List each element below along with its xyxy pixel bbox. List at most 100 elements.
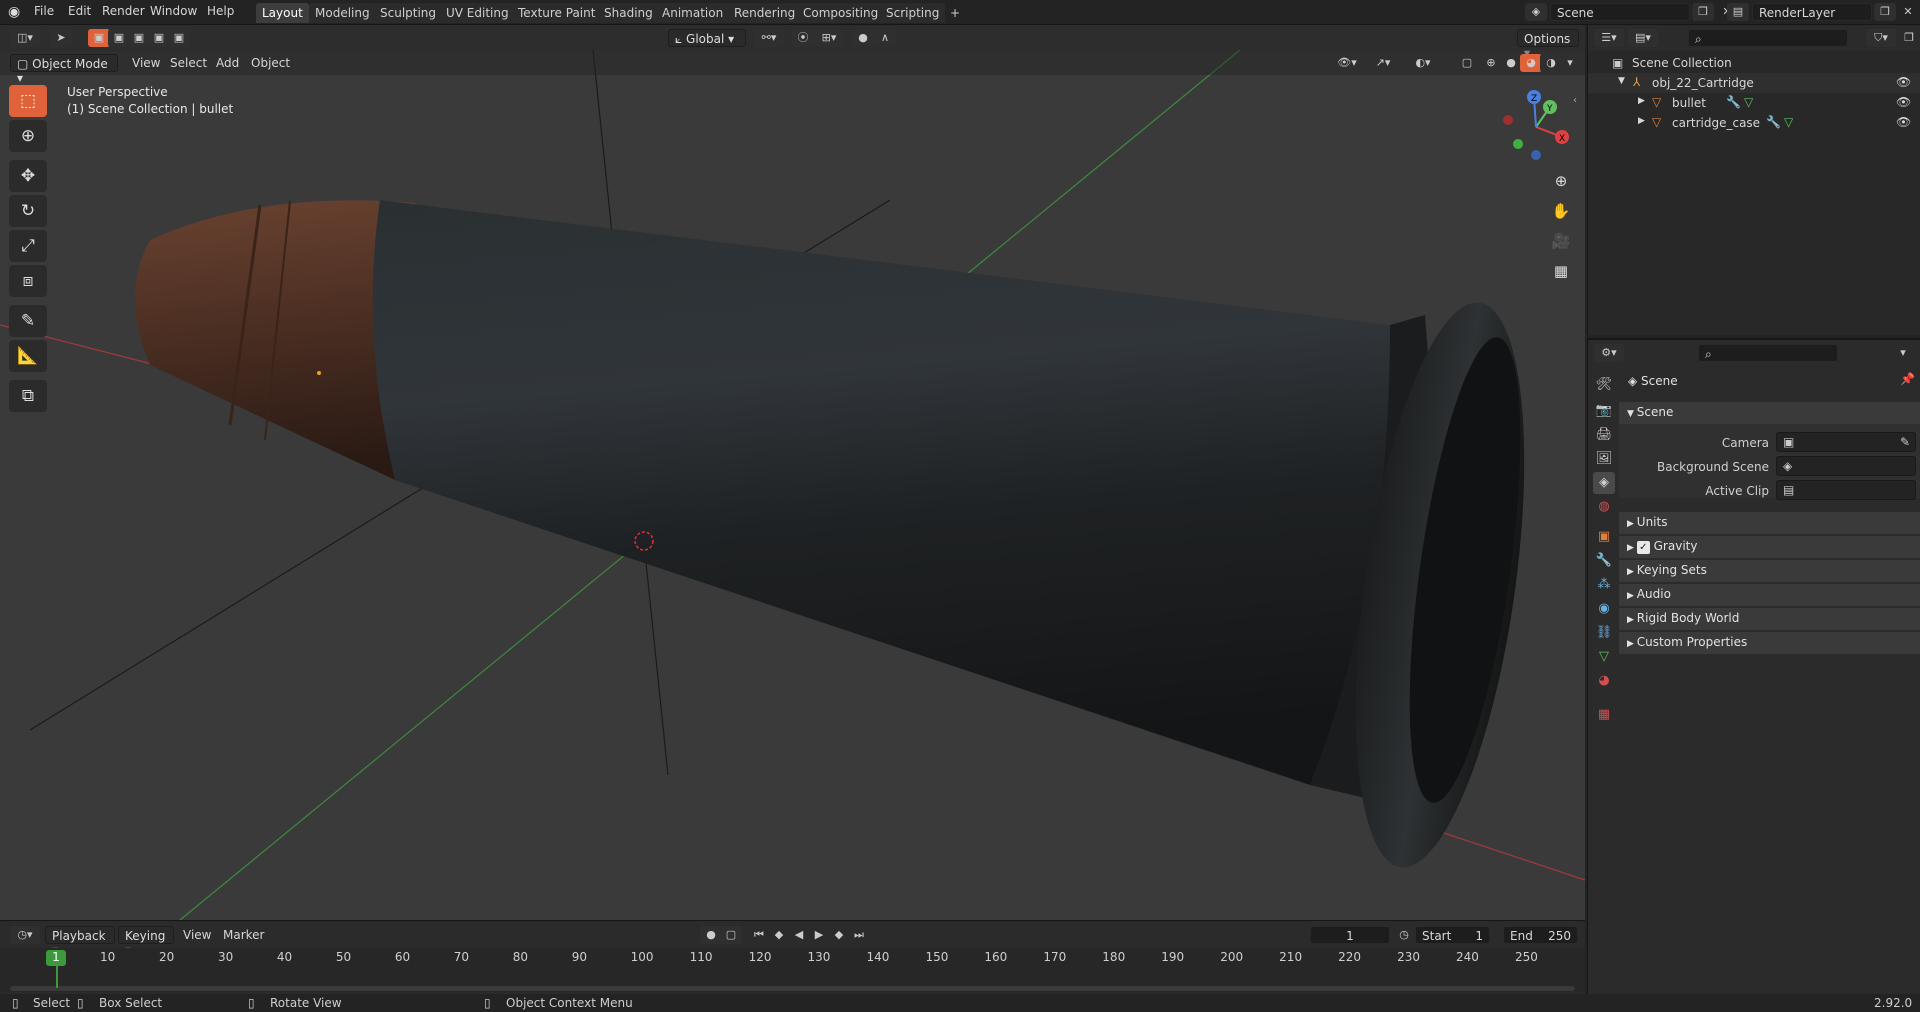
measure-icon[interactable]: 📐: [9, 340, 47, 372]
expand-arrow-icon[interactable]: ▼: [1618, 76, 1625, 86]
timeline-editor-type-icon[interactable]: ◷▾: [10, 926, 40, 944]
shading-solid-icon[interactable]: ●: [1500, 54, 1522, 72]
tab-compositing[interactable]: Compositing: [797, 3, 885, 23]
view-layer-tab-icon[interactable]: 🖼: [1593, 448, 1615, 470]
delete-view-layer-icon[interactable]: ✕: [1897, 3, 1919, 21]
pivot-point-icon[interactable]: ⚯▾: [754, 29, 784, 47]
cartridge-case-mesh[interactable]: [372, 200, 1390, 785]
gravity-panel-header[interactable]: ▶ ✓ Gravity: [1619, 536, 1920, 558]
jump-start-icon[interactable]: ⏮: [748, 926, 770, 944]
add-cube-icon[interactable]: ⧉: [9, 380, 47, 412]
options-dropdown[interactable]: Options ▾: [1517, 29, 1579, 60]
shading-options-icon[interactable]: ▾: [1560, 54, 1580, 72]
select-mode-new-icon[interactable]: ▣: [88, 29, 110, 47]
outliner-row-cartridge-case[interactable]: ▶ ▽ cartridge_case 🔧 ▽ 👁: [1588, 113, 1920, 133]
properties-options-icon[interactable]: ▾: [1892, 344, 1914, 362]
particles-tab-icon[interactable]: ⁂: [1593, 574, 1615, 596]
menu-select[interactable]: Select: [170, 56, 207, 70]
scene-tab-icon[interactable]: ◈: [1593, 472, 1615, 494]
new-view-layer-icon[interactable]: ❐: [1874, 3, 1896, 21]
mode-dropdown[interactable]: ▢ Object Mode ▾: [10, 54, 118, 85]
pan-hand-icon[interactable]: ✋: [1548, 198, 1574, 224]
current-frame-field[interactable]: 1: [1310, 926, 1390, 944]
select-mode-invert-icon[interactable]: ▣: [148, 29, 170, 47]
select-mode-extend-icon[interactable]: ▣: [108, 29, 130, 47]
properties-editor-type-icon[interactable]: ⚙▾: [1594, 344, 1624, 362]
preview-range-icon[interactable]: ◷: [1393, 926, 1415, 944]
menu-help[interactable]: Help: [207, 4, 234, 18]
properties-search-input[interactable]: ⌕: [1698, 344, 1838, 362]
tab-modeling[interactable]: Modeling: [309, 3, 376, 23]
gravity-checkbox[interactable]: ✓: [1636, 541, 1650, 554]
annotate-icon[interactable]: ✎: [9, 305, 47, 337]
tab-rendering[interactable]: Rendering: [728, 3, 802, 23]
rotate-icon[interactable]: ↻: [9, 195, 47, 227]
render-tab-icon[interactable]: 📷: [1593, 400, 1615, 422]
transform-icon[interactable]: ⧈: [9, 265, 47, 297]
tab-layout[interactable]: Layout: [256, 3, 309, 23]
tab-scripting[interactable]: Scripting: [880, 3, 946, 23]
select-mode-intersect-icon[interactable]: ▣: [168, 29, 190, 47]
playback-dropdown[interactable]: Playback ▾: [45, 926, 115, 957]
outliner-editor-type-icon[interactable]: ☰▾: [1594, 29, 1624, 47]
timeline-menu-marker[interactable]: Marker: [223, 928, 264, 942]
autokey-options-icon[interactable]: ▢: [720, 926, 742, 944]
timeline-menu-view[interactable]: View: [183, 928, 211, 942]
rigid-body-world-panel-header[interactable]: ▶ Rigid Body World: [1619, 608, 1920, 630]
custom-properties-panel-header[interactable]: ▶ Custom Properties: [1619, 632, 1920, 654]
menu-object[interactable]: Object: [251, 56, 290, 70]
snap-target-icon[interactable]: ⊞▾: [814, 29, 844, 47]
blender-logo-icon[interactable]: ◉: [8, 4, 24, 20]
visibility-icon[interactable]: 👁▾: [1332, 54, 1362, 72]
camera-field[interactable]: ▣ ✎: [1776, 432, 1916, 452]
move-icon[interactable]: ✥: [9, 160, 47, 192]
ortho-grid-icon[interactable]: ▦: [1548, 258, 1574, 284]
menu-view[interactable]: View: [132, 56, 160, 70]
snap-icon[interactable]: ⦿: [792, 29, 814, 47]
shading-wireframe-icon[interactable]: ⊕: [1480, 54, 1502, 72]
xray-icon[interactable]: ▢: [1456, 54, 1478, 72]
overlays-icon[interactable]: ◐▾: [1408, 54, 1438, 72]
object-tab-icon[interactable]: ▣: [1593, 526, 1615, 548]
navigation-gizmo[interactable]: X Y Z: [1496, 87, 1576, 167]
start-frame-field[interactable]: Start 1: [1415, 926, 1490, 944]
outliner-search-input[interactable]: ⌕: [1688, 29, 1848, 47]
tab-shading[interactable]: Shading: [598, 3, 659, 23]
add-workspace-button[interactable]: +: [944, 3, 966, 23]
visibility-eye-icon[interactable]: 👁: [1896, 115, 1911, 129]
tab-sculpting[interactable]: Sculpting: [374, 3, 443, 23]
proportional-edit-icon[interactable]: ●: [852, 29, 874, 47]
audio-panel-header[interactable]: ▶ Audio: [1619, 584, 1920, 606]
new-collection-icon[interactable]: ❐: [1898, 29, 1920, 47]
background-scene-field[interactable]: ◈: [1776, 456, 1916, 476]
tab-uv-editing[interactable]: UV Editing: [440, 3, 515, 23]
cursor-icon[interactable]: ⊕: [9, 120, 47, 152]
play-reverse-icon[interactable]: ◀: [788, 926, 810, 944]
outliner-row-scene-collection[interactable]: ▣ Scene Collection: [1588, 53, 1920, 73]
record-icon[interactable]: ●: [700, 926, 722, 944]
end-frame-field[interactable]: End 250: [1503, 926, 1578, 944]
camera-view-icon[interactable]: 🎥: [1548, 228, 1574, 254]
menu-edit[interactable]: Edit: [68, 4, 91, 18]
texture-tab-icon[interactable]: ▦: [1593, 704, 1615, 726]
scene-selector-icon[interactable]: ◈: [1525, 3, 1547, 21]
shading-rendered-icon[interactable]: ◑: [1540, 54, 1562, 72]
keying-sets-panel-header[interactable]: ▶ Keying Sets: [1619, 560, 1920, 582]
shading-material-icon[interactable]: ◕: [1520, 54, 1542, 72]
play-icon[interactable]: ▶: [808, 926, 830, 944]
scene-name-field[interactable]: Scene: [1550, 3, 1690, 21]
menu-render[interactable]: Render: [102, 4, 145, 18]
view-layer-selector-icon[interactable]: ▤: [1727, 3, 1749, 21]
transform-orientation-dropdown[interactable]: ⟀ Global ▾: [668, 29, 746, 47]
outliner-row-bullet[interactable]: ▶ ▽ bullet 🔧 ▽ 👁: [1588, 93, 1920, 113]
keying-dropdown[interactable]: Keying ▾: [118, 926, 174, 957]
jump-end-icon[interactable]: ⏭: [848, 926, 870, 944]
output-tab-icon[interactable]: 🖨: [1593, 424, 1615, 446]
modifiers-tab-icon[interactable]: 🔧: [1593, 550, 1615, 572]
expand-arrow-icon[interactable]: ▶: [1638, 96, 1645, 106]
prev-keyframe-icon[interactable]: ◆: [768, 926, 790, 944]
menu-window[interactable]: Window: [150, 4, 197, 18]
new-scene-icon[interactable]: ❐: [1692, 3, 1714, 21]
expand-arrow-icon[interactable]: ▶: [1638, 116, 1645, 126]
sidebar-toggle-icon[interactable]: ‹: [1573, 95, 1577, 106]
